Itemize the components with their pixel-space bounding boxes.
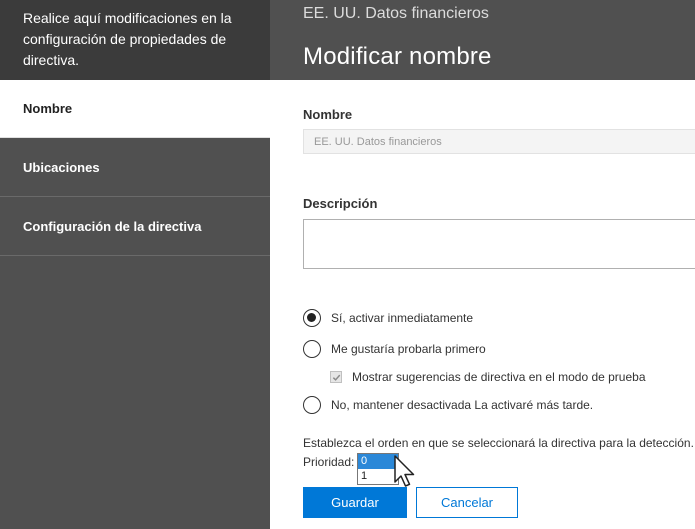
sidebar-item-label: Ubicaciones — [23, 160, 100, 175]
description-field[interactable] — [303, 219, 695, 269]
radio-activate-now[interactable]: Sí, activar inmediatamente — [303, 309, 473, 327]
test-mode-checkbox[interactable] — [330, 371, 342, 383]
radio-label: Sí, activar inmediatamente — [331, 311, 474, 325]
header-intro: Realice aquí modificaciones en la config… — [0, 0, 270, 80]
priority-option[interactable]: 1 — [358, 469, 398, 484]
name-label: Nombre — [303, 107, 353, 122]
radio-label: No, mantener desactivada La activaré más… — [331, 398, 594, 412]
priority-option-selected[interactable]: 0 — [358, 454, 398, 469]
cancel-button[interactable]: Cancelar — [416, 487, 518, 518]
policy-name-subtitle: EE. UU. Datos financieros — [303, 5, 489, 22]
radio-button[interactable] — [303, 396, 321, 414]
radio-button[interactable] — [303, 340, 321, 358]
sidebar-item-nombre[interactable]: Nombre — [0, 80, 270, 138]
radio-label: Me gustaría probarla primero — [331, 342, 486, 356]
sidebar: Nombre Ubicaciones Configuración de la d… — [0, 80, 270, 529]
header-panel: EE. UU. Datos financieros Modificar nomb… — [270, 0, 695, 80]
name-field-value: EE. UU. Datos financieros — [314, 135, 442, 148]
checkmark-icon — [332, 374, 340, 381]
sidebar-item-configuracion[interactable]: Configuración de la directiva — [0, 198, 270, 256]
sidebar-item-ubicaciones[interactable]: Ubicaciones — [0, 139, 270, 197]
test-mode-checkbox-row[interactable]: Mostrar sugerencias de directiva en el m… — [330, 370, 646, 384]
radio-keep-off[interactable]: No, mantener desactivada La activaré más… — [303, 396, 593, 414]
priority-label: Prioridad: — [303, 455, 355, 469]
save-button[interactable]: Guardar — [303, 487, 407, 518]
sidebar-item-label: Nombre — [23, 101, 73, 116]
policy-editor-window: Realice aquí modificaciones en la config… — [0, 0, 695, 529]
radio-button-checked[interactable] — [303, 309, 321, 327]
checkbox-label: Mostrar sugerencias de directiva en el m… — [352, 370, 646, 384]
priority-description: Establezca el orden en que se selecciona… — [303, 436, 694, 450]
sidebar-item-label: Configuración de la directiva — [23, 219, 202, 234]
name-field[interactable]: EE. UU. Datos financieros — [303, 129, 695, 154]
header-intro-text: Realice aquí modificaciones en la config… — [23, 10, 232, 68]
page-title: Modificar nombre — [303, 43, 492, 70]
radio-test-first[interactable]: Me gustaría probarla primero — [303, 340, 486, 358]
description-label: Descripción — [303, 196, 378, 211]
